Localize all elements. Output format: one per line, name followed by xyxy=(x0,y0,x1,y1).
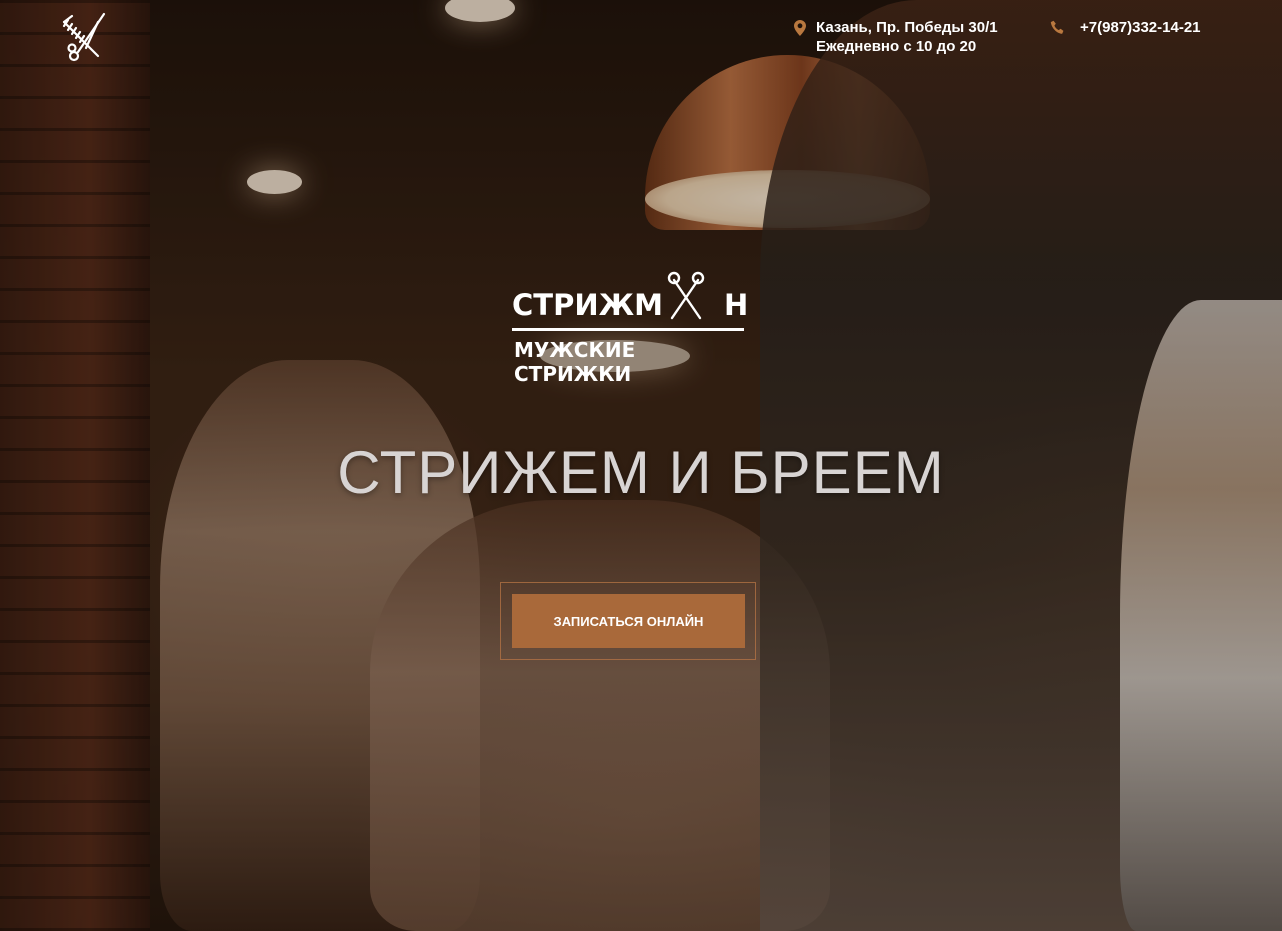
brand-divider xyxy=(512,328,744,331)
cta-container: ЗАПИСАТЬСЯ ОНЛАЙН xyxy=(500,582,756,660)
address-block: Казань, Пр. Победы 30/1 Ежедневно с 10 д… xyxy=(794,18,998,56)
brand-name-part1: СТРИЖМ xyxy=(512,288,663,322)
book-online-button[interactable]: ЗАПИСАТЬСЯ ОНЛАЙН xyxy=(512,594,745,648)
hours-line: Ежедневно с 10 до 20 xyxy=(816,38,977,55)
brand-name-part2: Н xyxy=(724,288,749,322)
comb-scissors-icon[interactable] xyxy=(58,12,110,64)
scissors-icon xyxy=(667,271,705,320)
hero-headline: СТРИЖЕМ И БРЕЕМ xyxy=(337,439,945,506)
address-line: Казань, Пр. Победы 30/1 xyxy=(816,19,998,36)
brand-tagline: МУЖСКИЕ СТРИЖКИ xyxy=(514,338,636,386)
phone-link[interactable]: +7(987)332-14-21 xyxy=(1080,19,1201,36)
location-pin-icon xyxy=(794,20,806,36)
phone-block[interactable]: +7(987)332-14-21 xyxy=(1050,18,1201,37)
phone-icon xyxy=(1050,20,1064,34)
brand-logo[interactable]: СТРИЖМ Н МУЖСКИЕ СТРИЖКИ xyxy=(506,268,754,386)
